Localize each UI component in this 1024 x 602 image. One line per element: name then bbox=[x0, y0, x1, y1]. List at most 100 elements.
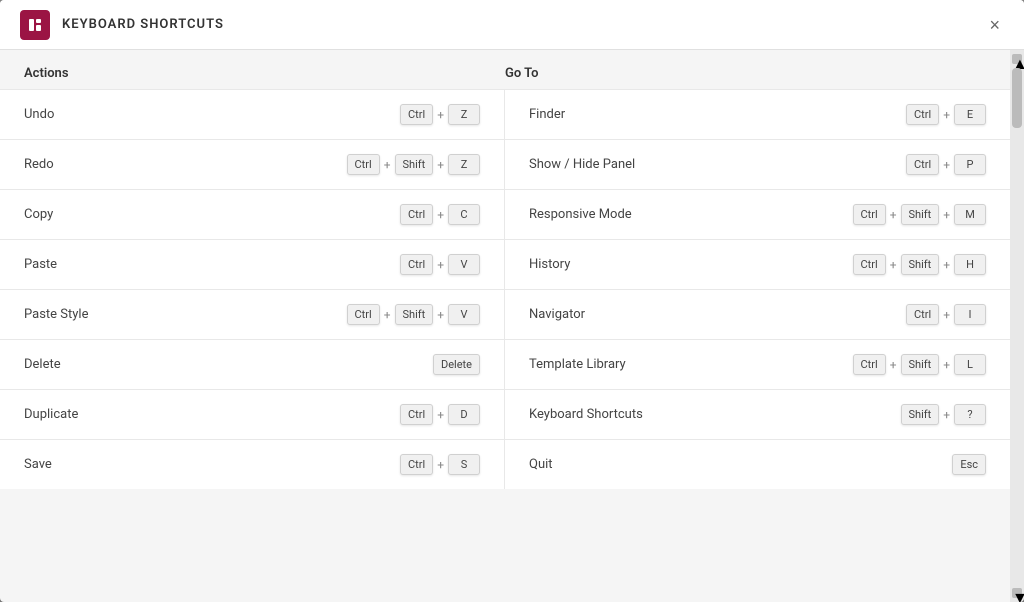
plus-separator: + bbox=[943, 108, 950, 122]
scrollbar-track[interactable]: ▲ ▼ bbox=[1010, 50, 1024, 602]
key-badge: Ctrl bbox=[400, 104, 433, 125]
action-keys: Ctrl+Z bbox=[400, 104, 480, 125]
modal-title: KEYBOARD SHORTCUTS bbox=[62, 17, 224, 32]
action-cell: UndoCtrl+Z bbox=[0, 90, 505, 139]
shortcuts-list: UndoCtrl+ZFinderCtrl+ERedoCtrl+Shift+ZSh… bbox=[0, 89, 1010, 489]
key-badge: P bbox=[954, 154, 986, 175]
plus-separator: + bbox=[890, 358, 897, 372]
goto-keys: Ctrl+Shift+M bbox=[853, 204, 986, 225]
table-row: DeleteDeleteTemplate LibraryCtrl+Shift+L bbox=[0, 339, 1010, 389]
action-keys: Ctrl + C bbox=[400, 204, 480, 225]
action-label: Undo bbox=[24, 107, 54, 122]
goto-keys: Ctrl+P bbox=[906, 154, 986, 175]
table-row: SaveCtrl+SQuitEsc bbox=[0, 439, 1010, 489]
key-badge: H bbox=[954, 254, 986, 275]
goto-label: Quit bbox=[529, 457, 553, 472]
close-button[interactable]: × bbox=[985, 12, 1004, 38]
action-keys: Ctrl+V bbox=[400, 254, 480, 275]
plus-separator: + bbox=[437, 458, 444, 472]
scrollbar-down[interactable]: ▼ bbox=[1012, 588, 1022, 598]
goto-column-header: Go To bbox=[505, 66, 986, 81]
key-badge: D bbox=[448, 404, 480, 425]
plus-separator: + bbox=[890, 258, 897, 272]
goto-cell: FinderCtrl+E bbox=[505, 90, 1010, 139]
actions-column-header: Actions bbox=[24, 66, 505, 81]
action-label: Duplicate bbox=[24, 407, 78, 422]
key-badge: L bbox=[954, 354, 986, 375]
goto-cell: Quit Esc bbox=[505, 440, 1010, 489]
plus-separator: + bbox=[384, 158, 391, 172]
key-badge: M bbox=[954, 204, 986, 225]
action-label: Delete bbox=[24, 357, 61, 372]
action-cell: RedoCtrl+Shift+Z bbox=[0, 140, 505, 189]
plus-separator: + bbox=[943, 358, 950, 372]
key-badge: Shift bbox=[901, 404, 940, 425]
elementor-logo bbox=[20, 10, 50, 40]
columns-header: Actions Go To bbox=[0, 50, 1010, 89]
table-row: PasteCtrl+VHistoryCtrl+Shift+H bbox=[0, 239, 1010, 289]
goto-label: Show / Hide Panel bbox=[529, 157, 635, 172]
key-badge: Ctrl bbox=[347, 154, 380, 175]
table-row: Paste StyleCtrl+Shift+VNavigatorCtrl+I bbox=[0, 289, 1010, 339]
key-badge: Shift bbox=[901, 254, 940, 275]
key-badge: ? bbox=[954, 404, 986, 425]
plus-separator: + bbox=[943, 408, 950, 422]
goto-label: Template Library bbox=[529, 357, 626, 372]
key-badge: Shift bbox=[901, 204, 940, 225]
scrollbar-up[interactable]: ▲ bbox=[1012, 54, 1022, 64]
key-badge: Ctrl bbox=[906, 154, 939, 175]
plus-separator: + bbox=[943, 258, 950, 272]
action-cell: Paste Ctrl+V bbox=[0, 240, 505, 289]
goto-cell: Template LibraryCtrl+Shift+L bbox=[505, 340, 1010, 389]
action-label: Paste bbox=[24, 257, 57, 272]
goto-keys: Shift+? bbox=[901, 404, 987, 425]
plus-separator: + bbox=[943, 208, 950, 222]
key-badge: Ctrl bbox=[400, 254, 433, 275]
key-badge: Z bbox=[448, 154, 480, 175]
plus-separator: + bbox=[437, 208, 444, 222]
table-row: CopyCtrl+CResponsive ModeCtrl+Shift+M bbox=[0, 189, 1010, 239]
key-badge: Delete bbox=[433, 354, 480, 375]
header-left: KEYBOARD SHORTCUTS bbox=[20, 10, 224, 40]
action-keys: Ctrl+Shift+Z bbox=[347, 154, 480, 175]
table-row: RedoCtrl+Shift+ZShow / Hide PanelCtrl+P bbox=[0, 139, 1010, 189]
plus-separator: + bbox=[437, 408, 444, 422]
key-badge: Ctrl bbox=[906, 304, 939, 325]
plus-separator: + bbox=[384, 308, 391, 322]
key-badge: Ctrl bbox=[400, 404, 433, 425]
goto-cell: HistoryCtrl+Shift+H bbox=[505, 240, 1010, 289]
action-keys: Ctrl+Shift+V bbox=[347, 304, 480, 325]
key-badge: Esc bbox=[952, 454, 986, 475]
plus-separator: + bbox=[437, 108, 444, 122]
plus-separator: + bbox=[943, 308, 950, 322]
goto-keys: Ctrl+I bbox=[906, 304, 986, 325]
action-label: Paste Style bbox=[24, 307, 88, 322]
key-badge: E bbox=[954, 104, 986, 125]
key-badge: Shift bbox=[395, 154, 434, 175]
plus-separator: + bbox=[890, 208, 897, 222]
keyboard-shortcuts-modal: KEYBOARD SHORTCUTS × Actions Go To Undo C… bbox=[0, 0, 1024, 602]
plus-separator: + bbox=[437, 308, 444, 322]
key-badge: Ctrl bbox=[400, 204, 433, 225]
action-cell: Paste StyleCtrl+Shift+V bbox=[0, 290, 505, 339]
key-badge: V bbox=[448, 304, 480, 325]
goto-cell: Keyboard ShortcutsShift+? bbox=[505, 390, 1010, 439]
action-label: Redo bbox=[24, 157, 54, 172]
goto-cell: Responsive ModeCtrl+Shift+M bbox=[505, 190, 1010, 239]
modal-body: Actions Go To UndoCtrl+ZFinderCtrl+ERedo… bbox=[0, 50, 1024, 602]
key-badge: C bbox=[448, 204, 480, 225]
goto-label: History bbox=[529, 257, 570, 272]
key-badge: Ctrl bbox=[400, 454, 433, 475]
action-cell: SaveCtrl+S bbox=[0, 440, 505, 489]
plus-separator: + bbox=[437, 158, 444, 172]
key-badge: Ctrl bbox=[906, 104, 939, 125]
key-badge: Ctrl bbox=[347, 304, 380, 325]
goto-cell: Show / Hide Panel Ctrl+P bbox=[505, 140, 1010, 189]
goto-cell: NavigatorCtrl+I bbox=[505, 290, 1010, 339]
scrollbar-thumb[interactable] bbox=[1012, 68, 1022, 128]
key-badge: Shift bbox=[901, 354, 940, 375]
goto-keys: Ctrl+Shift+H bbox=[853, 254, 986, 275]
action-cell: Duplicate Ctrl + D bbox=[0, 390, 505, 439]
key-badge: V bbox=[448, 254, 480, 275]
action-cell: Delete Delete bbox=[0, 340, 505, 389]
